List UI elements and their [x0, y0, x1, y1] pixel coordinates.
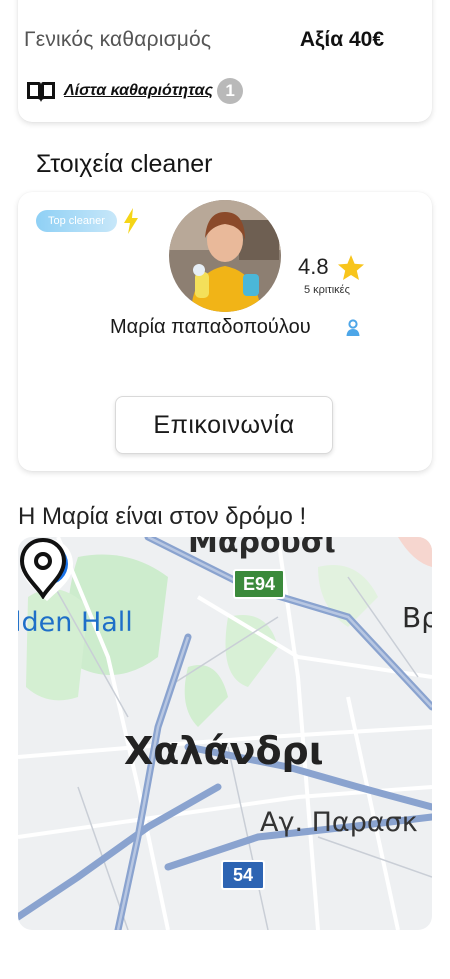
- top-cleaner-badge: Top cleaner: [36, 210, 117, 232]
- service-name: Γενικός καθαρισμός: [24, 28, 212, 51]
- checklist-count-badge: 1: [217, 78, 244, 104]
- map-label-hall: lden Hall: [18, 607, 133, 638]
- road-shield-54: 54: [221, 860, 265, 890]
- service-row: Γενικός καθαρισμός Αξία 40€: [24, 28, 384, 52]
- map-label-chalandri: Χαλάνδρι: [124, 729, 324, 773]
- cleaner-status-text: Η Μαρία είναι στον δρόμο !: [18, 503, 307, 530]
- book-open-icon: [27, 82, 55, 102]
- location-pin-icon[interactable]: [18, 537, 68, 599]
- rating-value: 4.8: [298, 254, 329, 279]
- avatar: [169, 200, 281, 312]
- map-label-marousi: Μαρούσι: [188, 537, 336, 560]
- road-shield-e94: E94: [233, 569, 285, 599]
- cleaner-name: Μαρία παπαδοπούλου: [110, 316, 311, 338]
- service-price: Αξία 40€: [299, 28, 384, 51]
- checklist-link[interactable]: Λίστα καθαριότητας: [64, 82, 213, 100]
- checklist-row[interactable]: Λίστα καθαριότητας 1: [26, 78, 244, 104]
- reviews-count: 5 κριτικές: [304, 284, 350, 296]
- map-label-br: Βρ: [402, 601, 432, 634]
- order-summary-card: Γενικός καθαρισμός Αξία 40€ Λίστα καθαρι…: [18, 0, 432, 122]
- lightning-bolt-icon: [124, 208, 138, 234]
- cleaner-section-title: Στοιχεία cleaner: [36, 150, 213, 178]
- contact-button[interactable]: Επικοινωνία: [115, 396, 333, 454]
- user-verified-icon: [346, 319, 360, 336]
- map-view[interactable]: Μαρούσι lden Hall Βρ Χαλάνδρι Αγ. Παρασκ…: [18, 537, 432, 930]
- cleaner-card: Top cleaner 4.8 5 κριτικές Μαρία παπαδοπ…: [18, 192, 432, 471]
- map-label-agia-paraskevi: Αγ. Παρασκ: [260, 807, 418, 838]
- star-icon: [338, 255, 364, 280]
